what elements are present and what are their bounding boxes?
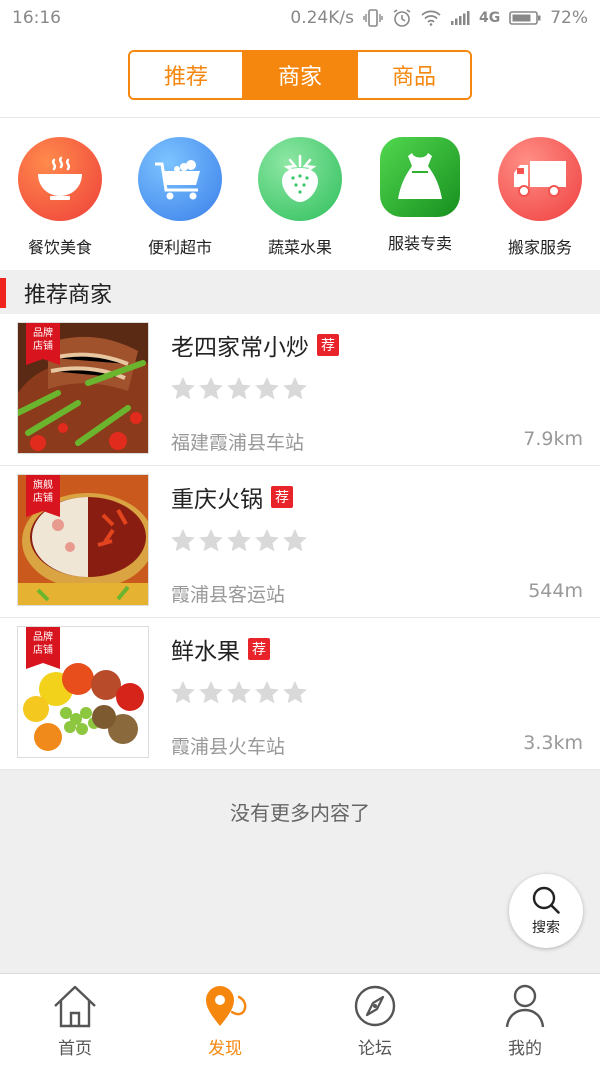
merchant-distance: 3.3km	[523, 732, 583, 754]
recommend-tag: 荐	[248, 638, 270, 660]
truck-icon	[498, 137, 582, 221]
no-more-content: 没有更多内容了	[230, 801, 370, 825]
nav-profile[interactable]: 我的	[450, 974, 600, 1067]
cart-icon	[138, 137, 222, 221]
nav-label: 论坛	[358, 1039, 392, 1059]
alarm-icon	[393, 9, 411, 27]
nav-home[interactable]: 首页	[0, 974, 150, 1067]
rating-stars	[170, 376, 308, 402]
merchant-distance: 7.9km	[523, 428, 583, 450]
rating-stars	[170, 680, 308, 706]
category-moving[interactable]: 搬家服务	[480, 118, 600, 270]
merchant-list: 品牌 店铺 老四家常小炒荐 福建霞浦县车站 7.9km 旗舰 店铺 重庆火锅荐 霞浦…	[0, 314, 600, 770]
recommend-tag: 荐	[271, 486, 293, 508]
star-icon	[283, 681, 307, 704]
search-icon	[532, 886, 560, 914]
rating-stars	[170, 528, 308, 554]
nav-forum[interactable]: 论坛	[300, 974, 450, 1067]
section-accent-bar	[0, 278, 6, 308]
category-supermarket[interactable]: 便利超市	[120, 118, 240, 270]
store-badge: 品牌 店铺	[26, 323, 60, 365]
signal-icon	[450, 11, 470, 25]
nav-label: 首页	[58, 1039, 92, 1059]
home-icon	[54, 985, 96, 1028]
star-icon	[171, 377, 195, 400]
section-title: 推荐商家	[24, 283, 113, 308]
battery-icon	[509, 11, 541, 25]
bottom-nav: 首页 发现 论坛 我的	[0, 973, 600, 1067]
merchant-address: 霞浦县客运站	[171, 584, 286, 606]
merchant-name: 鲜水果荐	[171, 632, 270, 666]
store-badge: 旗舰 店铺	[26, 475, 60, 517]
merchant-row[interactable]: 旗舰 店铺 重庆火锅荐 霞浦县客运站 544m	[0, 466, 600, 618]
merchant-address: 霞浦县火车站	[171, 736, 286, 758]
category-label: 便利超市	[147, 238, 212, 257]
segmented-control: 推荐 商家 商品	[128, 50, 472, 100]
status-time: 16:16	[12, 8, 61, 28]
bowl-icon	[18, 137, 102, 221]
star-icon	[171, 681, 195, 704]
category-label: 餐饮美食	[27, 238, 92, 257]
category-label: 蔬菜水果	[267, 238, 332, 257]
search-label: 搜索	[532, 920, 560, 936]
star-icon	[227, 681, 251, 704]
user-icon	[505, 984, 545, 1028]
search-button[interactable]: 搜索	[509, 874, 583, 948]
merchant-thumbnail[interactable]: 品牌 店铺	[17, 322, 149, 454]
store-badge: 品牌 店铺	[26, 627, 60, 669]
merchant-thumbnail[interactable]: 旗舰 店铺	[17, 474, 149, 606]
section-header: 推荐商家	[0, 272, 600, 314]
merchant-row[interactable]: 品牌 店铺 鲜水果荐 霞浦县火车站 3.3km	[0, 618, 600, 770]
category-clothing[interactable]: 服装专卖	[360, 118, 480, 270]
nav-label: 发现	[208, 1039, 242, 1059]
category-grid: 餐饮美食 便利超市 蔬菜水果 服装专卖 搬家服务	[0, 118, 600, 270]
star-icon	[199, 529, 223, 552]
nav-label: 我的	[508, 1039, 542, 1059]
star-icon	[255, 681, 279, 704]
network-type: 4G	[478, 10, 501, 26]
merchant-distance: 544m	[528, 580, 583, 602]
strawberry-icon	[258, 137, 342, 221]
merchant-address: 福建霞浦县车站	[171, 432, 305, 454]
star-icon	[255, 377, 279, 400]
recommend-tag: 荐	[317, 334, 339, 356]
merchant-row[interactable]: 品牌 店铺 老四家常小炒荐 福建霞浦县车站 7.9km	[0, 314, 600, 466]
star-icon	[199, 377, 223, 400]
category-label: 搬家服务	[507, 238, 572, 257]
star-icon	[227, 377, 251, 400]
wifi-icon	[421, 10, 441, 26]
battery-percent: 72%	[550, 8, 588, 28]
tab-products[interactable]: 商品	[356, 52, 470, 98]
dress-icon	[380, 137, 460, 217]
compass-icon	[354, 985, 396, 1027]
star-icon	[283, 529, 307, 552]
vibrate-icon	[363, 9, 383, 27]
merchant-name: 重庆火锅荐	[171, 480, 293, 514]
category-produce[interactable]: 蔬菜水果	[240, 118, 360, 270]
star-icon	[199, 681, 223, 704]
merchant-thumbnail[interactable]: 品牌 店铺	[17, 626, 149, 758]
star-icon	[283, 377, 307, 400]
status-bar: 16:16 0.24K/s 4G 72%	[0, 0, 600, 36]
star-icon	[227, 529, 251, 552]
category-dining[interactable]: 餐饮美食	[0, 118, 120, 270]
star-icon	[171, 529, 195, 552]
nav-discover[interactable]: 发现	[150, 974, 300, 1067]
location-icon	[206, 986, 247, 1026]
category-label: 服装专卖	[387, 234, 452, 253]
tab-recommend[interactable]: 推荐	[130, 52, 242, 98]
net-speed: 0.24K/s	[290, 8, 354, 28]
tab-merchants[interactable]: 商家	[242, 52, 356, 98]
top-header: 推荐 商家 商品	[0, 36, 600, 118]
merchant-name: 老四家常小炒荐	[171, 328, 339, 362]
star-icon	[255, 529, 279, 552]
